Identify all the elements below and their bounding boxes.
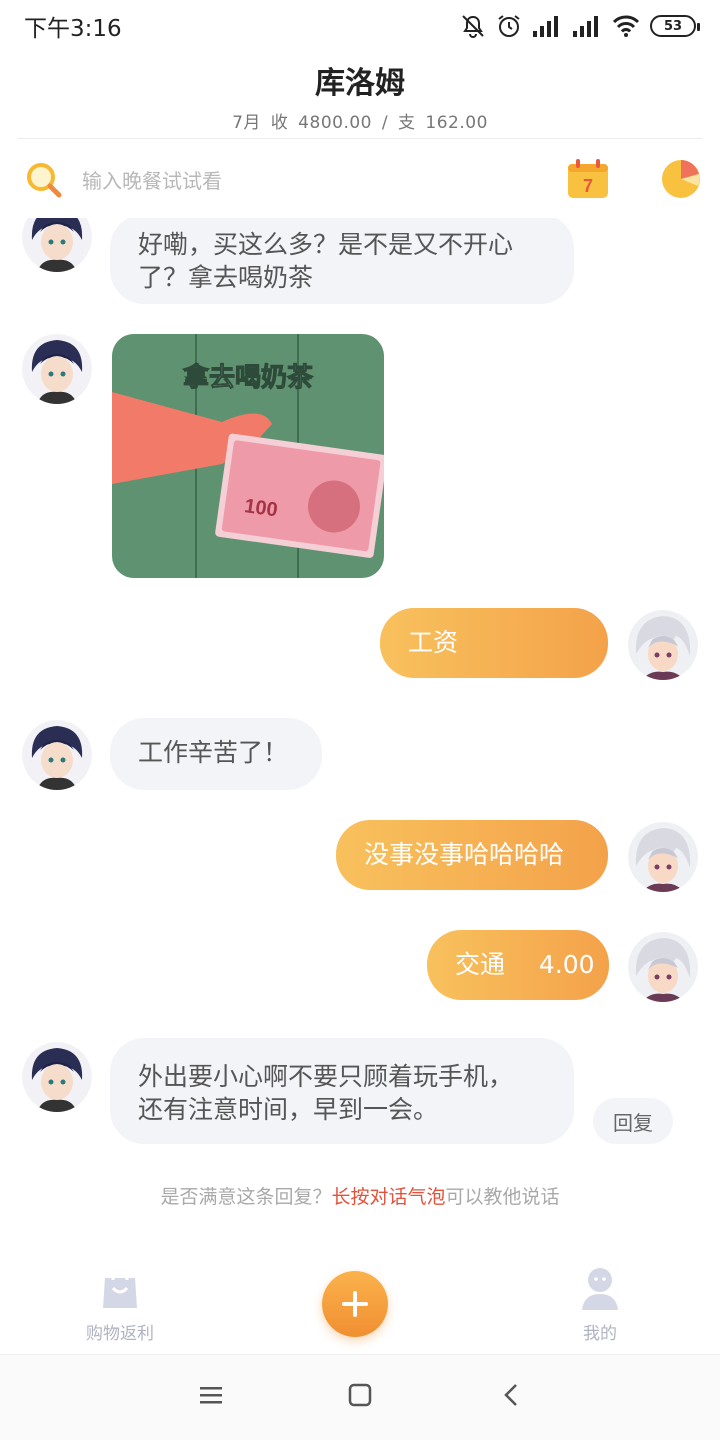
status-time: 下午3:16 (24, 16, 122, 42)
mute-icon (462, 15, 484, 38)
user-icon (582, 1268, 618, 1310)
hint-text: 是否满意这条回复？ (160, 1186, 332, 1208)
shopping-bag-icon (103, 1266, 137, 1308)
page-title: 库洛姆 (315, 66, 405, 101)
message-line: 好嘞，买这么多？是不是又不开心 (138, 230, 514, 259)
search-input[interactable] (82, 166, 502, 196)
user-avatar[interactable] (628, 610, 698, 680)
message-line: 还有注意时间，早到一会。 (138, 1095, 439, 1124)
signal-icon (533, 16, 558, 37)
battery-indicator: 53 (650, 15, 700, 37)
header: 库洛姆 7月 收 4800.00 / 支 162.00 (0, 58, 720, 133)
month-summary: 7月 收 4800.00 / 支 162.00 (232, 113, 488, 133)
bot-avatar[interactable] (22, 218, 92, 272)
message-bubble-incoming[interactable]: 外出要小心啊不要只顾着玩手机， 还有注意时间，早到一会。 (110, 1038, 574, 1144)
message-bubble-outgoing[interactable]: 没事没事哈哈哈哈 (336, 820, 608, 890)
battery-level: 53 (663, 18, 683, 34)
nav-label: 购物返利 (86, 1324, 154, 1344)
wifi-icon (612, 15, 640, 37)
signal-icon (573, 16, 598, 37)
money-sticker-image[interactable]: 100 拿去喝奶茶 (112, 334, 384, 578)
alarm-icon (498, 15, 520, 37)
sticker-caption: 拿去喝奶茶 (182, 362, 314, 393)
bot-avatar[interactable] (22, 334, 92, 404)
message-bubble-incoming[interactable]: 好嘞，买这么多？是不是又不开心 了？拿去喝奶茶 (110, 218, 574, 304)
bot-avatar[interactable] (22, 1042, 92, 1112)
expense-category: 交通 (455, 950, 506, 979)
user-avatar[interactable] (628, 932, 698, 1002)
back-icon[interactable] (502, 1383, 520, 1407)
calendar-icon[interactable]: 7 (566, 158, 610, 200)
expense-amount: 4.00 (538, 950, 595, 979)
hint-highlight: 长按对话气泡 (331, 1186, 446, 1208)
search-icon (27, 163, 62, 198)
status-icons: 53 (460, 13, 700, 39)
message-text: 没事没事哈哈哈哈 (364, 840, 565, 869)
message-bubble-incoming[interactable]: 工作辛苦了！ (110, 718, 322, 790)
calendar-day: 7 (583, 176, 593, 196)
message-text: 工资 (408, 628, 459, 657)
feedback-hint: 是否满意这条回复？长按对话气泡可以教他说话 (0, 1182, 720, 1209)
chat-area: 好嘞，买这么多？是不是又不开心 了？拿去喝奶茶 100 拿去喝奶茶 工资 工作辛… (0, 218, 720, 1248)
pie-chart-icon[interactable] (660, 158, 702, 200)
nav-mine[interactable]: 我的 (540, 1266, 660, 1344)
bottom-nav: 购物返利 我的 (0, 1254, 720, 1352)
nav-shopping-rebate[interactable]: 购物返利 (60, 1266, 180, 1344)
message-bubble-outgoing[interactable]: 工资 (380, 608, 608, 678)
home-icon[interactable] (348, 1383, 372, 1407)
menu-icon[interactable] (200, 1383, 222, 1407)
nav-label: 我的 (583, 1324, 617, 1344)
message-line: 外出要小心啊不要只顾着玩手机， (138, 1062, 514, 1091)
header-divider (18, 138, 702, 139)
bot-avatar[interactable] (22, 720, 92, 790)
user-avatar[interactable] (628, 822, 698, 892)
system-nav-bar (0, 1354, 720, 1440)
reply-button[interactable]: 回复 (593, 1098, 673, 1144)
add-record-button[interactable] (322, 1271, 388, 1337)
plus-icon (342, 1291, 368, 1317)
search-row: 7 (0, 148, 720, 214)
hint-text: 可以教他说话 (445, 1186, 560, 1208)
message-text: 工作辛苦了！ (138, 738, 289, 767)
status-bar: 下午3:16 53 (0, 0, 720, 52)
message-line: 了？拿去喝奶茶 (138, 263, 314, 292)
expense-bubble[interactable]: 交通 4.00 (427, 930, 609, 1000)
banknote-value: 100 (243, 495, 279, 521)
